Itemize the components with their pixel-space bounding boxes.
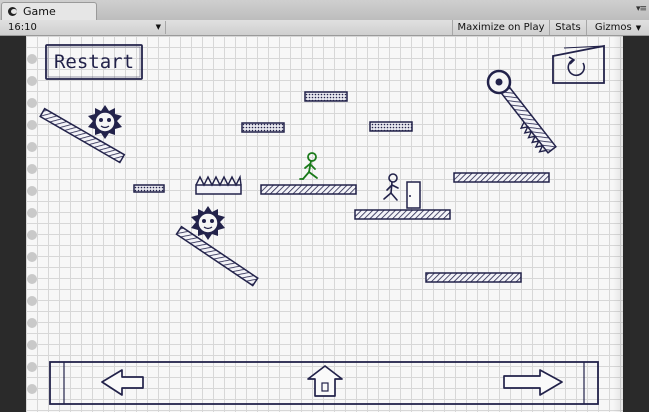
left-arrow-icon [101,369,144,396]
tab-game[interactable]: Game [1,2,97,20]
gizmos-dropdown[interactable]: Gizmos ▼ [586,20,649,35]
platform [354,209,451,220]
game-viewport: Restart [0,36,649,412]
reset-button[interactable] [552,44,605,84]
game-icon [8,7,17,16]
stats-label: Stats [555,22,581,33]
floating-block [304,91,348,102]
player-stickman [299,152,318,180]
game-scene [39,44,605,405]
floating-block [241,122,285,133]
maximize-on-play-label: Maximize on Play [457,22,545,33]
stats-button[interactable]: Stats [549,20,586,35]
aspect-ratio-dropdown[interactable]: 16:10 ▼ [2,21,166,34]
platform [453,172,550,183]
tab-game-label: Game [23,5,56,18]
platform [260,184,357,195]
jump-button[interactable] [307,365,343,397]
letterbox-left [0,36,26,412]
restart-label: Restart [53,51,135,73]
gizmos-label: Gizmos [594,22,632,33]
chevron-down-icon: ▼ [155,23,161,31]
npc-stickman [383,173,399,201]
move-left-button[interactable] [101,369,144,396]
right-arrow-icon [503,369,563,396]
maximize-on-play-button[interactable]: Maximize on Play [452,20,549,35]
floating-block [369,121,413,132]
editor-tab-bar: Game ▾≡ [0,0,649,21]
swinging-spike-arm [486,69,557,154]
exit-door [406,181,421,209]
chevron-down-icon: ▼ [635,24,642,32]
move-right-button[interactable] [503,369,563,396]
aspect-ratio-value: 16:10 [8,22,37,33]
kebab-menu-icon[interactable]: ▾≡ [636,4,647,14]
reset-icon [567,56,586,77]
spiked-ball-enemy [191,206,225,240]
graph-paper-background: Restart [26,36,623,412]
letterbox-right [623,36,649,412]
small-block [133,184,165,193]
platform [425,272,522,283]
game-view-toolbar: 16:10 ▼ Maximize on Play Stats Gizmos ▼ [0,20,649,36]
spike-platform [195,174,242,195]
spiked-ball-enemy [88,105,122,139]
